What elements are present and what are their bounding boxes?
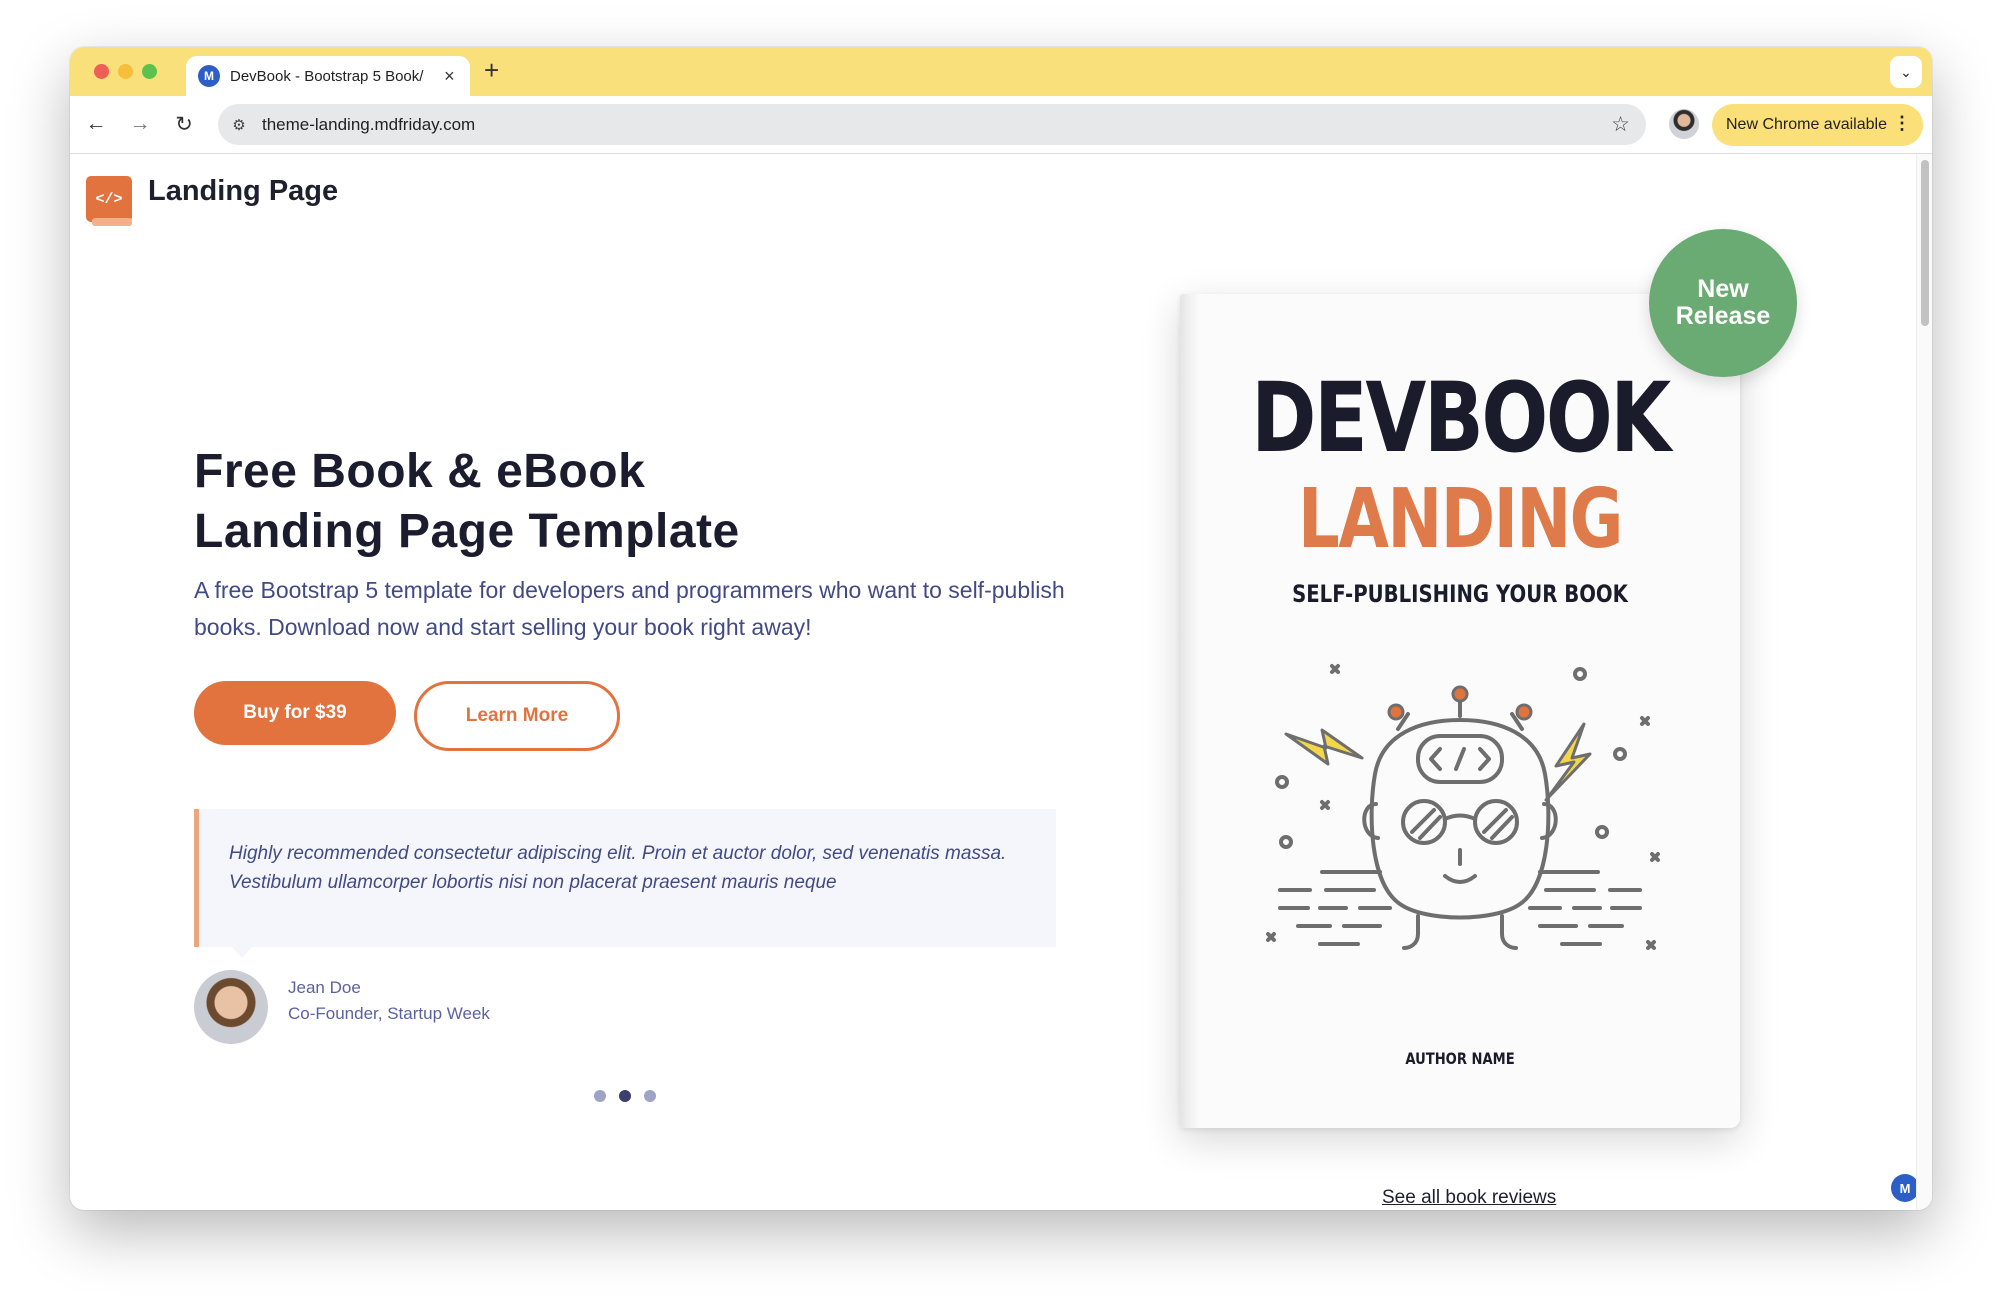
floating-logo-icon[interactable]: M — [1891, 1174, 1919, 1202]
svg-text:</>: </> — [95, 191, 122, 208]
carousel-dot-3[interactable] — [644, 1090, 656, 1102]
testimonial-author-name: Jean Doe — [288, 978, 361, 997]
book-spine — [1180, 294, 1200, 1128]
maximize-window-button[interactable] — [142, 64, 157, 79]
browser-toolbar: ← → ↻ ⚙ theme-landing.mdfriday.com ☆ New… — [70, 96, 1932, 154]
hero-headline: Free Book & eBook Landing Page Template — [194, 442, 740, 562]
tab-title: DevBook - Bootstrap 5 Book/ — [230, 67, 424, 85]
tab-strip: M DevBook - Bootstrap 5 Book/ × + ⌄ — [70, 47, 1932, 96]
scrollbar-thumb[interactable] — [1921, 160, 1929, 326]
carousel-dot-2[interactable] — [619, 1090, 631, 1102]
testimonial-quote: Highly recommended consectetur adipiscin… — [194, 809, 1056, 947]
more-menu-icon[interactable]: ⋮ — [1893, 113, 1911, 134]
chevron-down-icon: ⌄ — [1900, 63, 1912, 80]
quote-caret — [232, 947, 252, 958]
see-all-reviews-link[interactable]: See all book reviews — [1382, 1187, 1556, 1209]
quote-text: Highly recommended consectetur adipiscin… — [229, 843, 1007, 893]
avatar — [194, 970, 268, 1044]
reload-button[interactable]: ↻ — [168, 108, 200, 140]
badge-line-2: Release — [1675, 302, 1771, 330]
active-tab[interactable]: M DevBook - Bootstrap 5 Book/ × — [186, 56, 470, 96]
book-logo-icon[interactable]: </> — [84, 174, 134, 232]
book-cover: DEVBOOK LANDING SELF-PUBLISHING YOUR BOO… — [1180, 294, 1740, 1128]
carousel-indicators — [594, 1090, 656, 1102]
new-release-badge: New Release — [1649, 229, 1797, 377]
testimonial-author-role: Co-Founder, Startup Week — [288, 1004, 490, 1023]
headline-line-1: Free Book & eBook — [194, 445, 646, 498]
book-subtitle: SELF-PUBLISHING YOUR BOOK — [1292, 580, 1628, 608]
developer-robot-illustration — [1266, 664, 1660, 950]
tab-search-button[interactable]: ⌄ — [1890, 56, 1922, 88]
minimize-window-button[interactable] — [118, 64, 133, 79]
vertical-scrollbar[interactable] — [1916, 154, 1932, 1210]
hero-intro: A free Bootstrap 5 template for develope… — [194, 577, 1065, 640]
new-chrome-available-button[interactable]: New Chrome available ⋮ — [1712, 104, 1923, 146]
address-bar[interactable]: ⚙ theme-landing.mdfriday.com ☆ — [218, 104, 1646, 145]
learn-more-button[interactable]: Learn More — [414, 681, 620, 751]
carousel-dot-1[interactable] — [594, 1090, 606, 1102]
update-label: New Chrome available — [1726, 116, 1887, 133]
new-tab-button[interactable]: + — [484, 57, 499, 83]
book-author: AUTHOR NAME — [1405, 1049, 1515, 1068]
back-button[interactable]: ← — [80, 108, 112, 140]
favicon-icon: M — [198, 65, 220, 87]
profile-avatar[interactable] — [1669, 109, 1699, 139]
badge-line-1: New — [1697, 275, 1749, 303]
site-info-icon[interactable]: ⚙ — [226, 112, 252, 138]
buy-button[interactable]: Buy for $39 — [194, 681, 396, 745]
headline-line-2: Landing Page Template — [194, 505, 740, 558]
site-name[interactable]: Landing Page — [148, 175, 338, 208]
browser-window: M DevBook - Bootstrap 5 Book/ × + ⌄ ← → … — [70, 47, 1932, 1210]
book-title-line-2: LANDING — [1298, 472, 1623, 567]
forward-button[interactable]: → — [124, 108, 156, 140]
close-window-button[interactable] — [94, 64, 109, 79]
book-title-line-1: DEVBOOK — [1251, 362, 1671, 474]
url-text[interactable]: theme-landing.mdfriday.com — [262, 115, 475, 135]
bookmark-star-icon[interactable]: ☆ — [1611, 112, 1630, 137]
close-tab-icon[interactable]: × — [441, 66, 458, 87]
page-viewport: </> Landing Page Free Book & eBook Landi… — [70, 154, 1932, 1210]
